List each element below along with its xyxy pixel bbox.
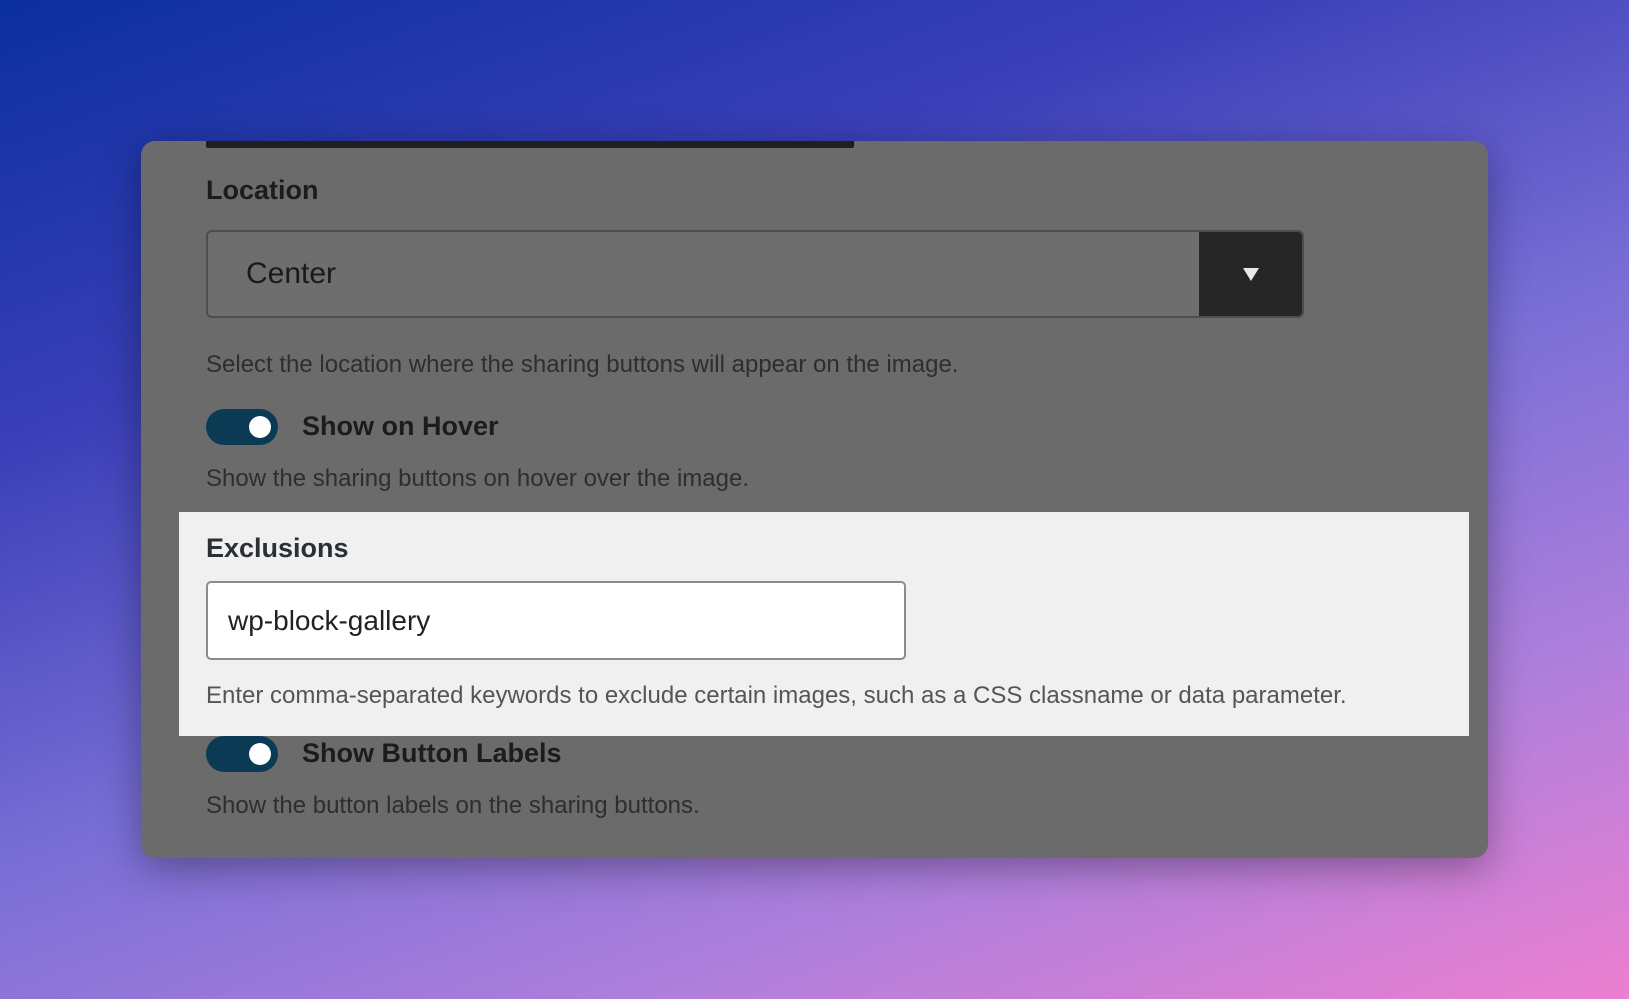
show-button-labels-help-text: Show the button labels on the sharing bu… bbox=[206, 792, 700, 819]
triangle-down-icon bbox=[1242, 268, 1259, 281]
exclusions-section: Exclusions Enter comma-separated keyword… bbox=[179, 512, 1469, 736]
exclusions-help-text: Enter comma-separated keywords to exclud… bbox=[206, 682, 1347, 709]
show-button-labels-label: Show Button Labels bbox=[302, 738, 562, 768]
location-select-value: Center bbox=[246, 257, 337, 290]
exclusions-input[interactable] bbox=[206, 581, 906, 660]
toggle-knob bbox=[249, 743, 271, 765]
exclusions-label: Exclusions bbox=[206, 533, 349, 563]
location-select[interactable]: Center bbox=[206, 230, 1304, 318]
toggle-knob bbox=[249, 416, 271, 438]
settings-panel: Location Center Select the location wher… bbox=[141, 141, 1488, 858]
location-help-text: Select the location where the sharing bu… bbox=[206, 351, 959, 378]
show-on-hover-help-text: Show the sharing buttons on hover over t… bbox=[206, 465, 749, 492]
show-on-hover-toggle[interactable] bbox=[206, 409, 278, 445]
show-button-labels-toggle[interactable] bbox=[206, 736, 278, 772]
select-dropdown-button[interactable] bbox=[1199, 232, 1302, 316]
location-label: Location bbox=[206, 175, 319, 205]
top-divider-bar bbox=[206, 141, 854, 148]
show-on-hover-label: Show on Hover bbox=[302, 411, 499, 441]
